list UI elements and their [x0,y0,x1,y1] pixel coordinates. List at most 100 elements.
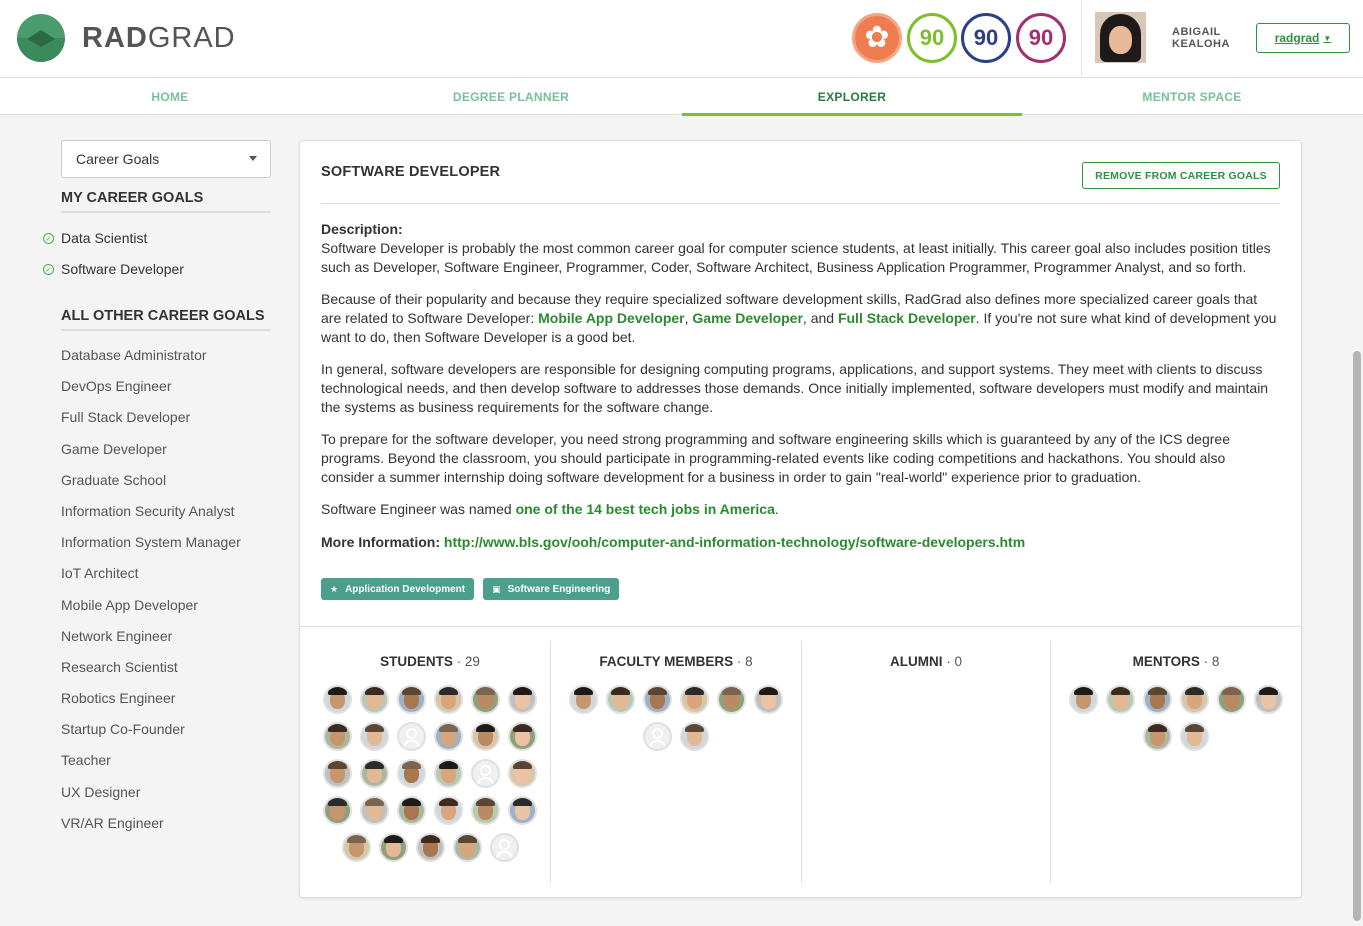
nav-degree-planner[interactable]: DEGREE PLANNER [341,78,681,115]
avatar[interactable] [1143,685,1172,714]
avatar[interactable] [508,722,537,751]
avatar[interactable] [569,685,598,714]
avatar[interactable] [471,759,500,788]
competency-score-badge[interactable]: 90 [961,13,1011,63]
page-scrollbar[interactable] [1351,115,1363,926]
avatar[interactable] [323,796,352,825]
avatar[interactable] [434,722,463,751]
top-header: RADGRAD ✿ 90 90 90 ABIGAIL KEALOHA radgr… [0,0,1363,78]
innovation-score-badge[interactable]: 90 [907,13,957,63]
list-item[interactable]: Research Scientist [61,657,241,688]
avatar[interactable] [717,685,746,714]
list-item[interactable]: UX Designer [61,782,241,813]
avatar[interactable] [1180,685,1209,714]
description: Description: Software Developer is proba… [321,220,1280,552]
avatar[interactable] [1106,685,1135,714]
avatar[interactable] [360,685,389,714]
full-stack-developer-link[interactable]: Full Stack Developer [838,310,976,326]
avatar[interactable] [360,759,389,788]
avatar[interactable] [360,722,389,751]
game-developer-link[interactable]: Game Developer [692,310,803,326]
avatar[interactable] [323,759,352,788]
list-item[interactable]: Information System Manager [61,532,241,563]
avatar[interactable] [397,759,426,788]
avatar[interactable] [471,796,500,825]
avatar[interactable] [434,685,463,714]
list-item[interactable]: Graduate School [61,470,241,501]
list-item[interactable]: Teacher [61,750,241,781]
avatar[interactable] [1069,685,1098,714]
mentors-avatars [1051,685,1301,751]
app-logo-text[interactable]: RADGRAD [82,22,236,55]
user-name: ABIGAIL KEALOHA [1172,26,1230,50]
avatar[interactable] [452,833,482,862]
list-item[interactable]: Game Developer [61,439,241,470]
avatar[interactable] [1254,685,1283,714]
alumni-heading: ALUMNI · 0 [889,654,962,669]
avatar[interactable] [323,685,352,714]
list-item[interactable]: Startup Co-Founder [61,719,241,750]
list-item[interactable]: Network Engineer [61,626,241,657]
faculty-avatars [551,685,801,751]
avatar[interactable] [471,722,500,751]
avatar[interactable] [643,722,672,751]
explorer-type-dropdown[interactable]: Career Goals [61,140,271,178]
nav-mentor-space[interactable]: MENTOR SPACE [1022,78,1362,115]
faculty-column: FACULTY MEMBERS · 8 [551,641,801,883]
other-goals-list: Database Administrator DevOps Engineer F… [61,345,241,844]
list-item[interactable]: VR/AR Engineer [61,813,241,844]
scrollbar-thumb[interactable] [1353,351,1361,921]
avatar[interactable] [397,796,426,825]
mobile-app-developer-link[interactable]: Mobile App Developer [538,310,685,326]
avatar[interactable] [754,685,783,714]
tag-application-development[interactable]: ★ Application Development [321,578,475,600]
avatar[interactable] [397,685,426,714]
caret-down-icon: ▼ [1323,33,1332,43]
user-menu-button[interactable]: radgrad ▼ [1256,23,1350,53]
my-goal-software-developer[interactable]: Software Developer [61,261,184,277]
description-paragraph: In general, software developers are resp… [321,361,1269,415]
main-nav: HOME DEGREE PLANNER EXPLORER MENTOR SPAC… [0,78,1363,116]
avatar[interactable] [489,833,519,862]
avatar[interactable] [434,796,463,825]
avatar[interactable] [397,722,426,751]
list-item[interactable]: Information Security Analyst [61,501,241,532]
avatar[interactable] [508,796,537,825]
avatar[interactable] [434,759,463,788]
avatar[interactable] [680,722,709,751]
description-paragraph: Software Developer is probably the most … [321,240,1271,275]
tag-software-engineering[interactable]: ▣ Software Engineering [483,578,620,600]
list-item[interactable]: Database Administrator [61,345,241,376]
avatar[interactable] [643,685,672,714]
avatar[interactable] [1143,722,1172,751]
avatar[interactable] [323,722,352,751]
more-information: More Information: http://www.bls.gov/ooh… [321,534,1026,550]
list-item[interactable]: Full Stack Developer [61,407,241,438]
list-item[interactable]: Robotics Engineer [61,688,241,719]
avatar[interactable] [680,685,709,714]
avatar[interactable] [360,796,389,825]
list-item[interactable]: DevOps Engineer [61,376,241,407]
avatar[interactable] [341,833,371,862]
avatar[interactable] [508,685,537,714]
mentors-heading: MENTORS · 8 [1132,654,1220,669]
remove-from-career-goals-button[interactable]: REMOVE FROM CAREER GOALS [1082,162,1280,189]
avatar[interactable] [471,685,500,714]
description-paragraph: To prepare for the software developer, y… [321,431,1230,485]
avatar[interactable] [1217,685,1246,714]
best-tech-jobs-link[interactable]: one of the 14 best tech jobs in America [516,501,775,517]
nav-explorer[interactable]: EXPLORER [682,78,1022,116]
list-item[interactable]: Mobile App Developer [61,595,241,626]
avatar[interactable] [508,759,537,788]
avatar[interactable] [378,833,408,862]
radgrad-logo-icon[interactable] [17,14,65,62]
list-item[interactable]: IoT Architect [61,563,241,594]
my-goal-data-scientist[interactable]: Data Scientist [61,230,147,246]
avatar[interactable] [415,833,445,862]
flower-badge-icon[interactable]: ✿ [852,13,902,63]
more-information-link[interactable]: http://www.bls.gov/ooh/computer-and-info… [444,534,1025,550]
experience-score-badge[interactable]: 90 [1016,13,1066,63]
nav-home[interactable]: HOME [0,78,340,115]
avatar[interactable] [1180,722,1209,751]
avatar[interactable] [606,685,635,714]
